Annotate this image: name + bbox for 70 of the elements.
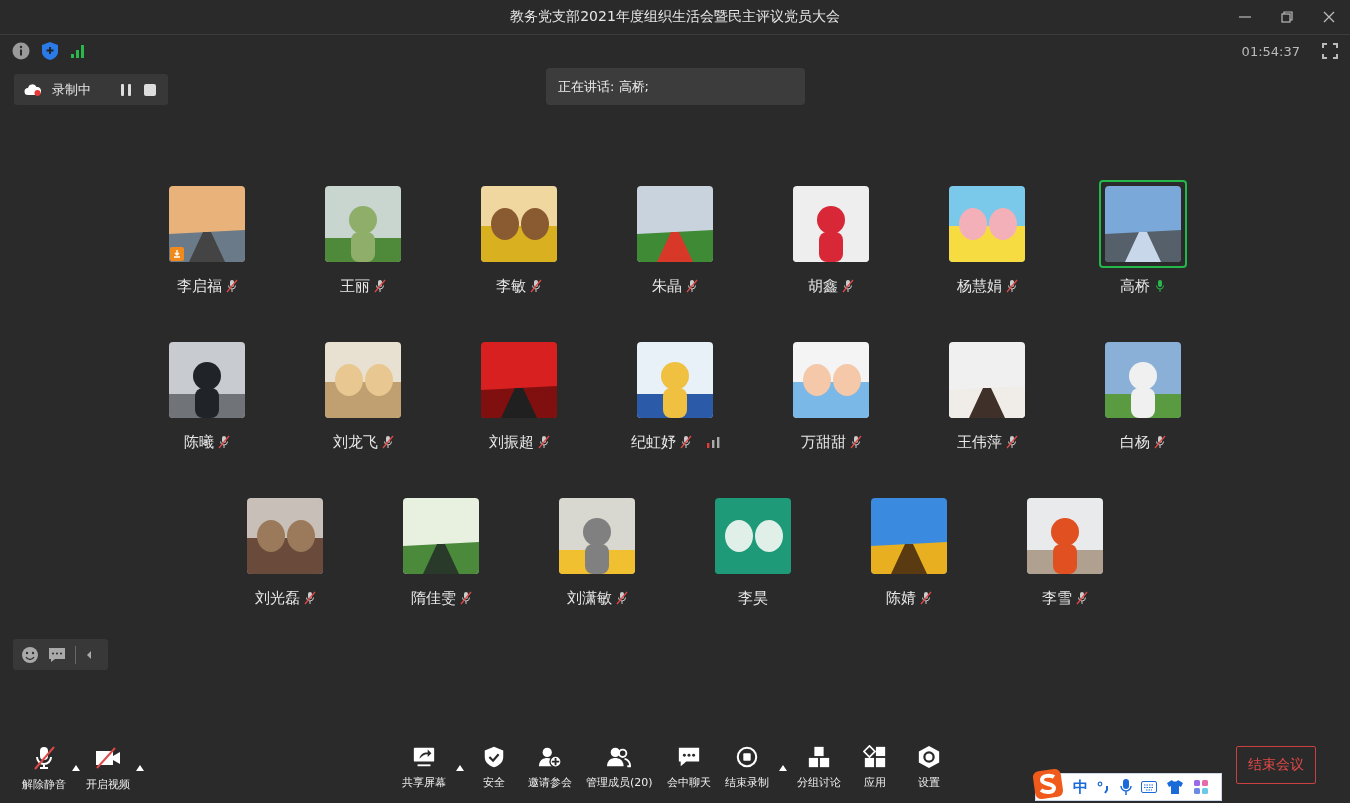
participant-name: 刘光磊 [254,588,300,608]
participant-name: 隋佳雯 [410,588,456,608]
grid-icon[interactable] [1193,779,1209,795]
chat-bubble-icon[interactable] [48,646,66,663]
caret-icon[interactable] [136,765,144,771]
shield-icon[interactable] [42,42,58,60]
close-icon[interactable] [1322,10,1336,24]
caret-icon[interactable] [778,765,787,771]
toolbar-button[interactable]: 应用 [850,745,899,790]
participant-name: 朱晶 [652,276,682,296]
share-screen-icon [412,745,436,769]
participant-name: 王伟萍 [956,432,1002,452]
window-title: 教务党支部2021年度组织生活会暨民主评议党员大会 [510,8,840,26]
settings-icon [916,745,941,769]
participant-name: 纪虹妤 [630,432,676,452]
recording-status: 录制中 [52,80,91,99]
participant-name: 万甜甜 [800,432,846,452]
toolbar-button[interactable]: 共享屏幕 [398,745,450,790]
shield-icon [482,745,506,769]
participant-name: 陈婧 [886,588,916,608]
participant-name: 李昊 [738,588,768,608]
participant-name: 李敏 [496,276,526,296]
toolbar-button[interactable]: 会中聊天 [662,745,715,790]
participant-name: 白杨 [1120,432,1150,452]
participant-name: 胡鑫 [808,276,838,296]
toolbar-button[interactable]: 邀请参会 [524,745,576,790]
muted-mic-icon [31,745,57,771]
apps-icon [862,745,887,769]
participant-name: 高桥 [1120,276,1150,296]
participant-name: 杨慧娟 [956,276,1002,296]
collapse-icon[interactable] [85,649,93,660]
toolbar-button[interactable]: 安全 [470,745,518,790]
participant-name: 刘龙飞 [332,432,378,452]
info-icon[interactable] [12,42,30,60]
participant-name: 李雪 [1042,588,1072,608]
shirt-icon[interactable] [1166,779,1184,795]
chat-bubble-icon [676,745,701,769]
signal-icon [70,43,86,59]
toolbar-button[interactable]: 解除静音 [18,745,70,792]
keyboard-icon[interactable] [1141,780,1157,794]
people-icon [607,745,632,769]
pause-icon[interactable] [119,82,133,97]
punctuation-icon[interactable] [1097,780,1111,794]
smiley-icon[interactable] [21,645,39,664]
toolbar-button[interactable]: 管理成员(20) [582,745,657,790]
speaker-banner: 正在讲话: 高桥; [546,68,805,105]
toolbar-button[interactable]: 设置 [904,745,953,790]
caret-icon[interactable] [72,765,80,771]
toolbar-button[interactable]: 开启视频 [82,745,134,792]
end-meeting-button[interactable]: 结束会议 [1236,746,1316,784]
input-mode[interactable]: 中 [1073,777,1088,797]
participant-name: 刘振超 [488,432,534,452]
caret-icon[interactable] [456,765,464,771]
add-person-icon [538,745,562,769]
blocks-icon [806,745,831,769]
restore-icon[interactable] [1280,10,1294,24]
participant-name: 陈曦 [184,432,214,452]
participant-name: 刘潇敏 [566,588,612,608]
participant-name: 李启福 [176,276,222,296]
meeting-timer: 01:54:37 [1241,43,1300,59]
toolbar-button[interactable]: 结束录制 [720,745,773,790]
stop-icon[interactable] [143,82,157,97]
video-off-icon [95,745,121,771]
mic-icon[interactable] [1120,778,1132,796]
stop-record-icon [734,745,759,769]
toolbar-button[interactable]: 分组讨论 [792,745,845,790]
fullscreen-icon[interactable] [1322,43,1338,59]
s-logo-icon[interactable] [1032,768,1064,800]
participant-name: 王丽 [340,276,370,296]
cloud-record-icon [24,82,42,97]
